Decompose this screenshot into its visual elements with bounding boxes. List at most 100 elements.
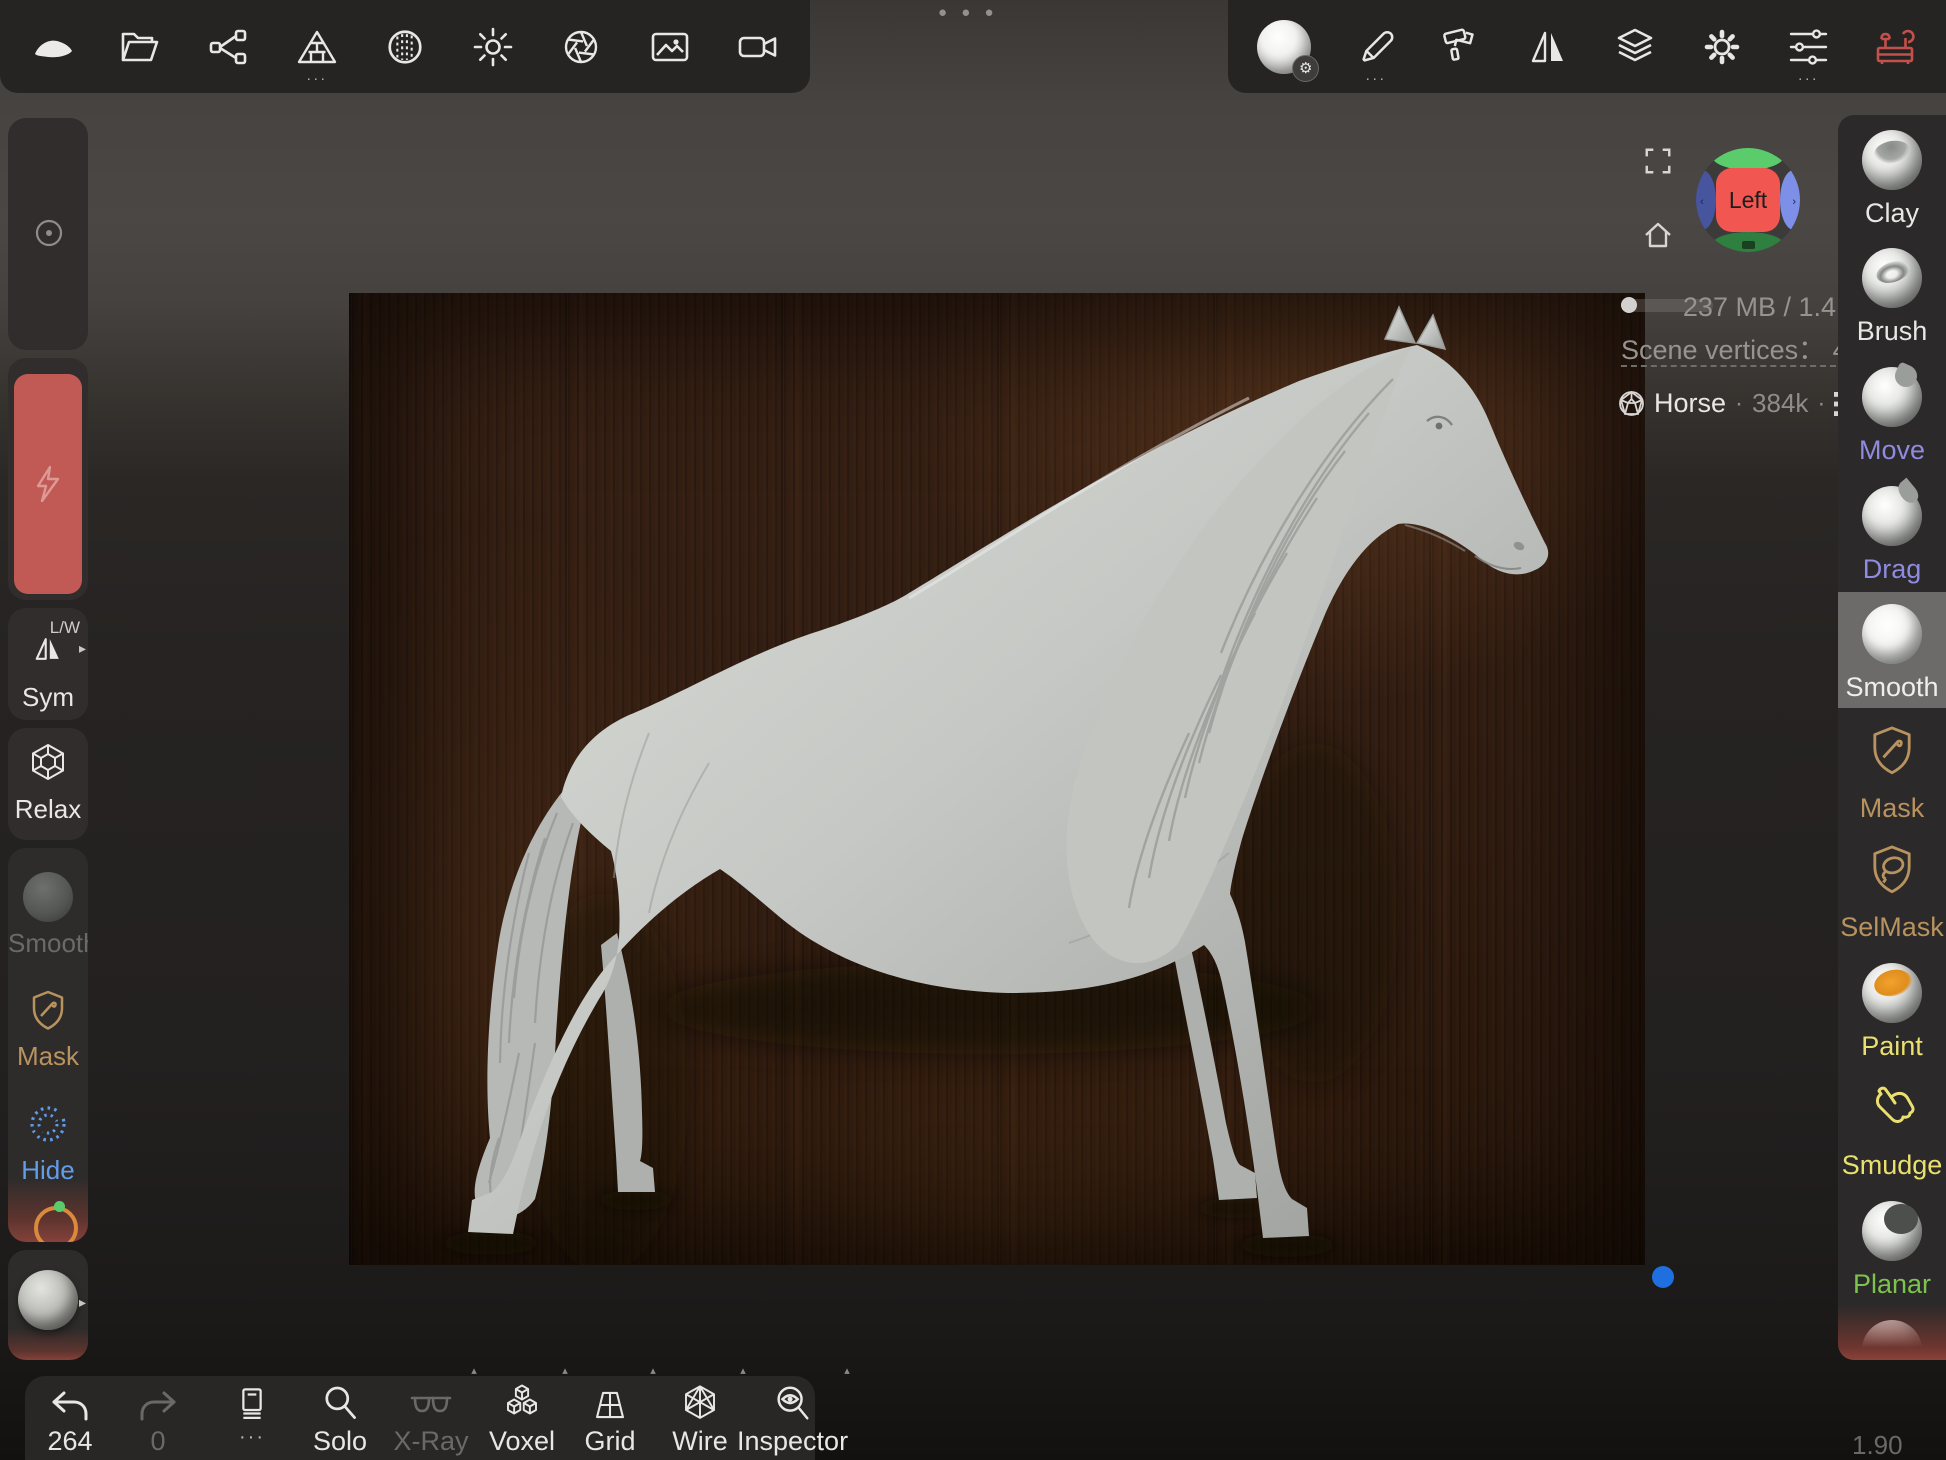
smooth-sphere-thumb: [23, 872, 73, 922]
xray-label: X-Ray: [388, 1426, 474, 1457]
memory-progress-knob: [1621, 297, 1637, 313]
material-expand-arrow[interactable]: ▸: [79, 1294, 86, 1311]
voxel-cubes-icon: [501, 1382, 543, 1424]
tool-paint[interactable]: Paint: [1838, 953, 1946, 1062]
tool-move-label: Move: [1838, 435, 1946, 466]
grid-button[interactable]: ▴ Grid: [567, 1382, 653, 1457]
parameters-sliders-icon[interactable]: ···: [1778, 12, 1838, 82]
bake-pyramid-icon[interactable]: ···: [287, 12, 347, 82]
left-mask-label: Mask: [8, 1041, 88, 1072]
dot-separator: ·: [1735, 390, 1743, 418]
tool-smudge[interactable]: Smudge: [1838, 1072, 1946, 1181]
camera-video-icon[interactable]: [728, 12, 788, 82]
relax-tool-button[interactable]: Relax: [8, 728, 88, 840]
redo-button[interactable]: 0: [115, 1382, 201, 1457]
scene-graph-icon[interactable]: [199, 12, 259, 82]
left-smooth-tool[interactable]: Smooth: [8, 872, 88, 959]
orientation-gizmo[interactable]: ‹ › Left: [1696, 148, 1800, 252]
home-icon[interactable]: [1642, 219, 1674, 256]
selection-blue-dot[interactable]: [1652, 1266, 1674, 1288]
brush-settings-gear-icon[interactable]: ⚙: [1292, 55, 1319, 82]
lightning-icon: [33, 465, 63, 503]
solo-magnifier-icon: [320, 1382, 360, 1424]
settings-gear-icon[interactable]: [1692, 12, 1752, 82]
intensity-slider[interactable]: [8, 358, 88, 600]
layers-stack-icon[interactable]: [1605, 12, 1665, 82]
radius-slider[interactable]: [8, 118, 88, 350]
mask-shield-brush-icon: [1865, 723, 1919, 777]
inspector-eye-magnifier-icon: [771, 1382, 813, 1424]
wire-button[interactable]: ▴ Wire: [657, 1382, 743, 1457]
symmetry-mirror-icon[interactable]: [1519, 12, 1579, 82]
intensity-slider-fill: [14, 374, 82, 594]
history-button[interactable]: ···: [209, 1382, 295, 1449]
symmetry-label: Sym: [8, 682, 88, 713]
gizmo-front-face[interactable]: Left: [1716, 168, 1780, 232]
window-handle-dots[interactable]: ● ● ●: [938, 4, 999, 21]
icosphere-icon: [1618, 390, 1645, 417]
scene-object-row[interactable]: Horse · 384k ·: [1618, 388, 1858, 419]
xray-glasses-icon: [409, 1390, 453, 1424]
voxel-caret: ▴: [522, 1364, 608, 1377]
scene-object-vertices: 384k: [1752, 388, 1808, 419]
gizmo-rotate-right-arrow[interactable]: ›: [1792, 196, 1796, 208]
stroke-pencil-icon[interactable]: ···: [1346, 12, 1406, 82]
clay-thumb: [1862, 130, 1922, 190]
right-tools-sidebar: Clay Brush Move Drag Smooth Mask: [1838, 115, 1946, 1360]
files-folder-icon[interactable]: [110, 12, 170, 82]
sculpt-viewport-canvas[interactable]: [349, 293, 1645, 1265]
material-sphere-thumb: [18, 1270, 78, 1330]
symmetry-expand-arrow[interactable]: ▸: [79, 640, 86, 657]
gizmo-south-marker: [1742, 241, 1755, 249]
material-sphere-button[interactable]: ▸: [8, 1250, 88, 1360]
scene-object-name: Horse: [1654, 388, 1726, 419]
tool-brush[interactable]: Brush: [1838, 238, 1946, 347]
xray-button[interactable]: ▴ X-Ray: [388, 1382, 474, 1457]
left-hide-tool[interactable]: Hide: [8, 1102, 88, 1186]
tool-selmask[interactable]: SelMask: [1838, 834, 1946, 943]
radius-dot-icon: [32, 216, 66, 255]
gizmo-left-face[interactable]: [1696, 170, 1716, 230]
brush-preview-sphere[interactable]: ⚙: [1249, 12, 1319, 82]
symmetry-toggle[interactable]: L/W ▸ Sym: [8, 608, 88, 720]
solo-button[interactable]: Solo: [297, 1382, 383, 1457]
tool-smooth-selected[interactable]: Smooth: [1838, 592, 1946, 708]
material-roller-icon[interactable]: [1432, 12, 1492, 82]
gizmo-top-face[interactable]: [1712, 148, 1784, 170]
tool-clay[interactable]: Clay: [1838, 120, 1946, 229]
tool-planar[interactable]: Planar: [1838, 1191, 1946, 1300]
tool-drag[interactable]: Drag: [1838, 476, 1946, 585]
brush-thumb: [1862, 248, 1922, 308]
tool-mask[interactable]: Mask: [1838, 715, 1946, 824]
gizmo-rotate-left-arrow[interactable]: ‹: [1700, 196, 1704, 208]
bake-more-indicator: ···: [306, 74, 327, 84]
selmask-shield-lasso-icon: [1865, 842, 1919, 896]
background-image-icon[interactable]: [640, 12, 700, 82]
gizmo-peek-icon[interactable]: [34, 1206, 78, 1242]
redo-count: 0: [115, 1426, 201, 1457]
stats-separator: [1621, 365, 1836, 367]
smudge-hand-icon: [1865, 1080, 1919, 1134]
memory-usage-text: 237 MB / 1.4: [1683, 292, 1836, 323]
wire-caret: ▴: [700, 1364, 786, 1377]
nomad-logo-icon[interactable]: [22, 12, 82, 82]
bottom-toolbar: 264 0 ··· Solo ▴ X-Ray ▴ Voxel ▴ Grid: [25, 1376, 815, 1460]
tool-drag-label: Drag: [1838, 554, 1946, 585]
lighting-sun-icon[interactable]: [463, 12, 523, 82]
voxel-button[interactable]: ▴ Voxel: [479, 1382, 565, 1457]
postprocess-aperture-icon[interactable]: [551, 12, 611, 82]
undo-icon: [50, 1390, 90, 1424]
wire-hexagon-icon: [679, 1382, 721, 1424]
drag-thumb: [1862, 486, 1922, 546]
inspector-button[interactable]: ▴ Inspector: [737, 1382, 847, 1457]
toolbox-red-icon[interactable]: [1865, 12, 1925, 82]
horse-sculpt-model[interactable]: [349, 293, 1645, 1265]
undo-button[interactable]: 264: [27, 1382, 113, 1457]
matcap-sphere-icon[interactable]: [375, 12, 435, 82]
tool-move[interactable]: Move: [1838, 357, 1946, 466]
planar-thumb: [1862, 1201, 1922, 1261]
tool-mask-label: Mask: [1838, 793, 1946, 824]
gizmo-right-face[interactable]: [1780, 170, 1800, 230]
left-mask-tool[interactable]: Mask: [8, 988, 88, 1072]
fullscreen-icon[interactable]: [1643, 146, 1673, 181]
